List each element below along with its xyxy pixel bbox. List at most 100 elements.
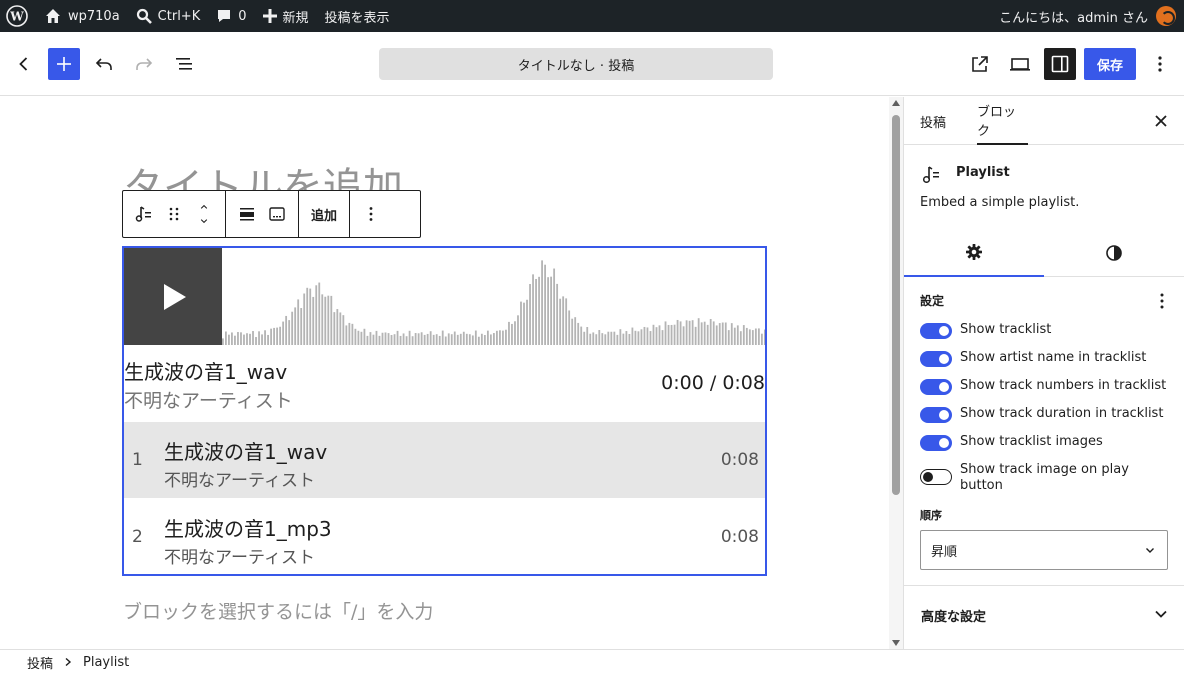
toggle-show-track-duration[interactable]: Show track duration in tracklist [920,406,1170,423]
waveform-bar [321,294,324,345]
waveform-bar [288,320,291,345]
toggle-show-track-numbers[interactable]: Show track numbers in tracklist [920,378,1170,395]
back-button[interactable] [8,48,40,80]
comments-count: 0 [238,8,247,24]
view-post-button[interactable] [964,48,996,80]
redo-icon [136,58,153,70]
tracklist-item[interactable]: 2 生成波の音1_mp3 不明なアーティスト 0:08 [124,499,765,574]
scroll-up-icon[interactable] [892,100,900,106]
waveform-bar [345,325,348,345]
waveform-bar [679,321,682,345]
track-artist: 不明なアーティスト [164,471,315,491]
scroll-down-icon[interactable] [892,640,900,646]
toggle-show-tracklist-images[interactable]: Show tracklist images [920,434,1170,451]
site-name-link[interactable]: wp710a [36,0,128,32]
align-button[interactable] [232,198,262,230]
block-inserter-button[interactable] [48,48,80,80]
breadcrumb-root[interactable]: 投稿 [27,653,53,672]
document-overview-button[interactable] [168,48,200,80]
toggle-show-artist-name[interactable]: Show artist name in tracklist [920,350,1170,367]
waveform-bar [730,323,733,345]
waveform-bar [625,331,628,345]
undo-button[interactable] [88,48,120,80]
waveform-bar [592,332,595,345]
canvas-scrollbar[interactable] [889,97,903,649]
comments-link[interactable]: 0 [208,0,254,32]
command-palette-button[interactable]: Ctrl+K [128,0,209,32]
waveform-bar [649,331,652,345]
waveform-bar [465,333,468,345]
wordpress-logo-icon[interactable]: W [0,0,36,32]
redo-button[interactable] [128,48,160,80]
waveform-bar [640,329,643,345]
waveform-bar [462,331,465,345]
waveform-bar [508,321,510,345]
view-post-link[interactable]: 投稿を表示 [317,0,398,32]
waveform-bar [387,333,390,345]
list-view-icon [176,58,192,70]
waveform-bar [622,333,625,345]
toggle-show-tracklist[interactable]: Show tracklist [920,322,1170,339]
options-menu-button[interactable] [1144,48,1176,80]
toggle-show-track-image[interactable]: Show track image on play button [920,462,1170,494]
waveform[interactable] [222,248,767,345]
toggle-switch[interactable] [920,379,952,395]
toggle-switch[interactable] [920,407,952,423]
tracklist-item[interactable]: 1 生成波の音1_wav 不明なアーティスト 0:08 [124,422,765,498]
waveform-bar [297,299,300,345]
tab-styles[interactable] [1044,229,1184,277]
waveform-bar [420,332,423,345]
tab-block[interactable]: ブロック [977,97,1028,145]
waveform-bar [655,327,658,345]
waveform-bar [658,325,661,345]
play-button[interactable] [124,248,222,345]
playlist-block[interactable]: 生成波の音1_wav 不明なアーティスト 0:00 / 0:08 1 生成波の音… [122,246,767,576]
block-appender-placeholder[interactable]: ブロックを選択するには「/」を入力 [123,597,433,624]
account-greeting[interactable]: こんにちは、admin さん [999,7,1148,26]
settings-panel-options-button[interactable] [1154,291,1170,311]
waveform-bar [480,333,483,345]
plus-icon [262,9,277,23]
caption-button[interactable] [262,198,292,230]
block-options-button[interactable] [356,198,386,230]
waveform-bar [712,321,715,345]
waveform-bar [526,299,528,345]
waveform-bar [598,330,601,345]
toggle-switch[interactable] [920,351,952,367]
toggle-switch[interactable] [920,323,952,339]
move-up-down-button[interactable] [189,198,219,230]
new-content-link[interactable]: 新規 [255,0,317,32]
waveform-bar [453,331,456,345]
close-sidebar-button[interactable] [1149,109,1173,133]
advanced-panel-toggle[interactable]: 高度な設定 [904,585,1184,641]
waveform-bar [595,334,598,345]
waveform-bar [414,333,417,345]
save-button[interactable]: 保存 [1084,48,1136,80]
preview-device-button[interactable] [1004,48,1036,80]
external-link-icon [972,56,988,72]
settings-sidebar-toggle[interactable] [1044,48,1076,80]
drag-handle[interactable] [159,198,189,230]
block-type-button[interactable] [129,198,159,230]
track-duration: 0:08 [720,527,759,547]
breadcrumb-current[interactable]: Playlist [83,655,129,670]
editor-canvas[interactable]: タイトルを追加 追加 生成波の音1_wav 不明なアーティスト 0:00 / 0… [0,97,903,649]
waveform-bar [538,276,540,345]
add-media-button[interactable]: 追加 [305,205,343,224]
waveform-bar [267,334,269,345]
order-select[interactable]: 昇順 [920,530,1168,570]
waveform-bar [733,327,736,345]
tab-post[interactable]: 投稿 [920,97,946,145]
tab-settings[interactable] [904,229,1044,277]
scroll-thumb[interactable] [892,115,900,495]
waveform-bar [739,331,742,345]
chevron-down-icon [1146,548,1154,553]
track-artist: 不明なアーティスト [164,548,315,568]
toggle-switch[interactable] [920,435,952,451]
waveform-bar [264,330,266,345]
waveform-bar [312,296,315,345]
toggle-switch[interactable] [920,469,952,485]
waveform-bar [294,307,297,345]
document-title-bar[interactable]: タイトルなし · 投稿 [379,48,773,80]
avatar[interactable] [1156,6,1176,26]
